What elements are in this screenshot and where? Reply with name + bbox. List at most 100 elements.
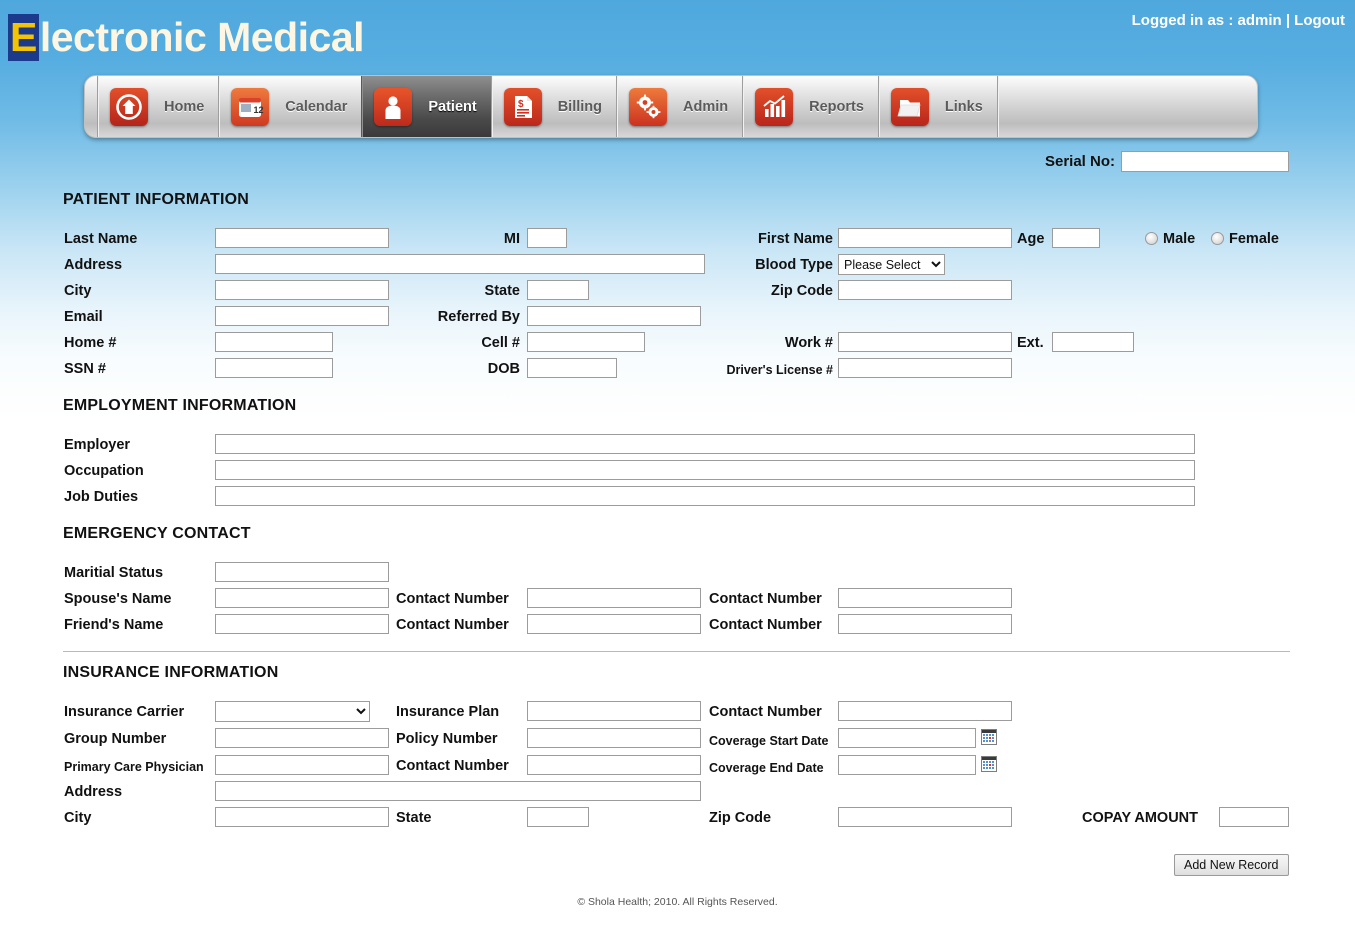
friend-contact-2-input[interactable] <box>838 614 1012 634</box>
address-input[interactable] <box>215 254 705 274</box>
cell-number-input[interactable] <box>527 332 645 352</box>
insurance-zip-code-label: Zip Code <box>709 808 771 828</box>
emergency-section-title: EMERGENCY CONTACT <box>63 525 251 543</box>
bar-chart-icon <box>755 88 793 126</box>
spouse-contact-2-input[interactable] <box>838 588 1012 608</box>
insurance-carrier-label: Insurance Carrier <box>64 702 184 722</box>
insurance-contact-2-label: Contact Number <box>396 756 509 776</box>
coverage-end-date-input[interactable] <box>838 755 976 775</box>
mi-input[interactable] <box>527 228 567 248</box>
blood-type-select[interactable]: Please Select <box>838 254 945 275</box>
job-duties-label: Job Duties <box>64 487 138 507</box>
primary-care-physician-input[interactable] <box>215 755 389 775</box>
employer-label: Employer <box>64 435 130 455</box>
serial-no-row: Serial No: <box>1045 151 1289 172</box>
nav-item-links[interactable]: Links <box>878 76 997 137</box>
spouse-contact-2-label: Contact Number <box>709 589 822 609</box>
occupation-input[interactable] <box>215 460 1195 480</box>
ssn-input[interactable] <box>215 358 333 378</box>
drivers-license-input[interactable] <box>838 358 1012 378</box>
ext-input[interactable] <box>1052 332 1134 352</box>
gender-radio-female[interactable] <box>1211 232 1224 245</box>
serial-no-input[interactable] <box>1121 151 1289 172</box>
nav-item-admin[interactable]: Admin <box>616 76 742 137</box>
job-duties-input[interactable] <box>215 486 1195 506</box>
blood-type-label: Blood Type <box>650 255 833 275</box>
insurance-address-input[interactable] <box>215 781 701 801</box>
cell-number-label: Cell # <box>400 333 520 353</box>
work-number-label: Work # <box>650 333 833 353</box>
email-label: Email <box>64 307 103 327</box>
gears-icon <box>629 88 667 126</box>
insurance-contact-2-input[interactable] <box>527 755 701 775</box>
friend-contact-1-input[interactable] <box>527 614 701 634</box>
primary-care-physician-label: Primary Care Physician <box>64 757 204 777</box>
calendar-picker-start-icon[interactable] <box>981 729 997 745</box>
insurance-contact-1-input[interactable] <box>838 701 1012 721</box>
nav-right-cap <box>997 76 1257 137</box>
folder-icon <box>891 88 929 126</box>
age-input[interactable] <box>1052 228 1100 248</box>
referred-by-input[interactable] <box>527 306 701 326</box>
calendar-picker-end-icon[interactable] <box>981 756 997 772</box>
zip-code-label: Zip Code <box>650 281 833 301</box>
nav-item-label: Home <box>164 99 204 115</box>
group-number-label: Group Number <box>64 729 166 749</box>
ext-label: Ext. <box>1017 333 1044 353</box>
spouse-contact-1-label: Contact Number <box>396 589 509 609</box>
referred-by-label: Referred By <box>360 307 520 327</box>
first-name-input[interactable] <box>838 228 1012 248</box>
zip-code-input[interactable] <box>838 280 1012 300</box>
friend-name-label: Friend's Name <box>64 615 163 635</box>
nav-item-calendar[interactable]: 12 Calendar <box>218 76 361 137</box>
gender-female-label: Female <box>1229 229 1279 249</box>
home-number-label: Home # <box>64 333 116 353</box>
svg-text:12: 12 <box>254 105 264 115</box>
nav-item-label: Calendar <box>285 99 347 115</box>
nav-item-label: Billing <box>558 99 602 115</box>
mi-label: MI <box>430 229 520 249</box>
insurance-carrier-select[interactable] <box>215 701 370 722</box>
insurance-address-label: Address <box>64 782 122 802</box>
first-name-label: First Name <box>650 229 833 249</box>
nav-item-reports[interactable]: Reports <box>742 76 878 137</box>
employer-input[interactable] <box>215 434 1195 454</box>
coverage-start-date-label: Coverage Start Date <box>709 731 829 751</box>
friend-name-input[interactable] <box>215 614 389 634</box>
nav-item-patient[interactable]: Patient <box>361 76 490 137</box>
nav-item-billing[interactable]: $ Billing <box>491 76 616 137</box>
spouse-name-input[interactable] <box>215 588 389 608</box>
last-name-input[interactable] <box>215 228 389 248</box>
home-number-input[interactable] <box>215 332 333 352</box>
age-label: Age <box>1017 229 1044 249</box>
footer-copyright: © Shola Health; 2010. All Rights Reserve… <box>0 896 1355 908</box>
address-label: Address <box>64 255 122 275</box>
marital-status-input[interactable] <box>215 562 389 582</box>
insurance-plan-input[interactable] <box>527 701 701 721</box>
nav-item-home[interactable]: Home <box>97 76 218 137</box>
group-number-input[interactable] <box>215 728 389 748</box>
patient-section-title: PATIENT INFORMATION <box>63 191 249 209</box>
nav-item-label: Links <box>945 99 983 115</box>
serial-no-label: Serial No: <box>1045 153 1115 170</box>
insurance-city-input[interactable] <box>215 807 389 827</box>
employment-section-title: EMPLOYMENT INFORMATION <box>63 397 296 415</box>
state-input[interactable] <box>527 280 589 300</box>
login-status[interactable]: Logged in as : admin | Logout <box>1132 12 1345 29</box>
coverage-end-date-label: Coverage End Date <box>709 758 824 778</box>
gender-radio-male[interactable] <box>1145 232 1158 245</box>
billing-icon: $ <box>504 88 542 126</box>
insurance-city-label: City <box>64 808 91 828</box>
policy-number-input[interactable] <box>527 728 701 748</box>
copay-amount-label: COPAY AMOUNT <box>1082 808 1198 828</box>
add-new-record-button[interactable]: Add New Record <box>1174 854 1289 876</box>
copay-amount-input[interactable] <box>1219 807 1289 827</box>
insurance-zip-code-input[interactable] <box>838 807 1012 827</box>
city-input[interactable] <box>215 280 389 300</box>
work-number-input[interactable] <box>838 332 1012 352</box>
nav-item-label: Patient <box>428 99 476 115</box>
insurance-state-input[interactable] <box>527 807 589 827</box>
dob-input[interactable] <box>527 358 617 378</box>
coverage-start-date-input[interactable] <box>838 728 976 748</box>
spouse-contact-1-input[interactable] <box>527 588 701 608</box>
